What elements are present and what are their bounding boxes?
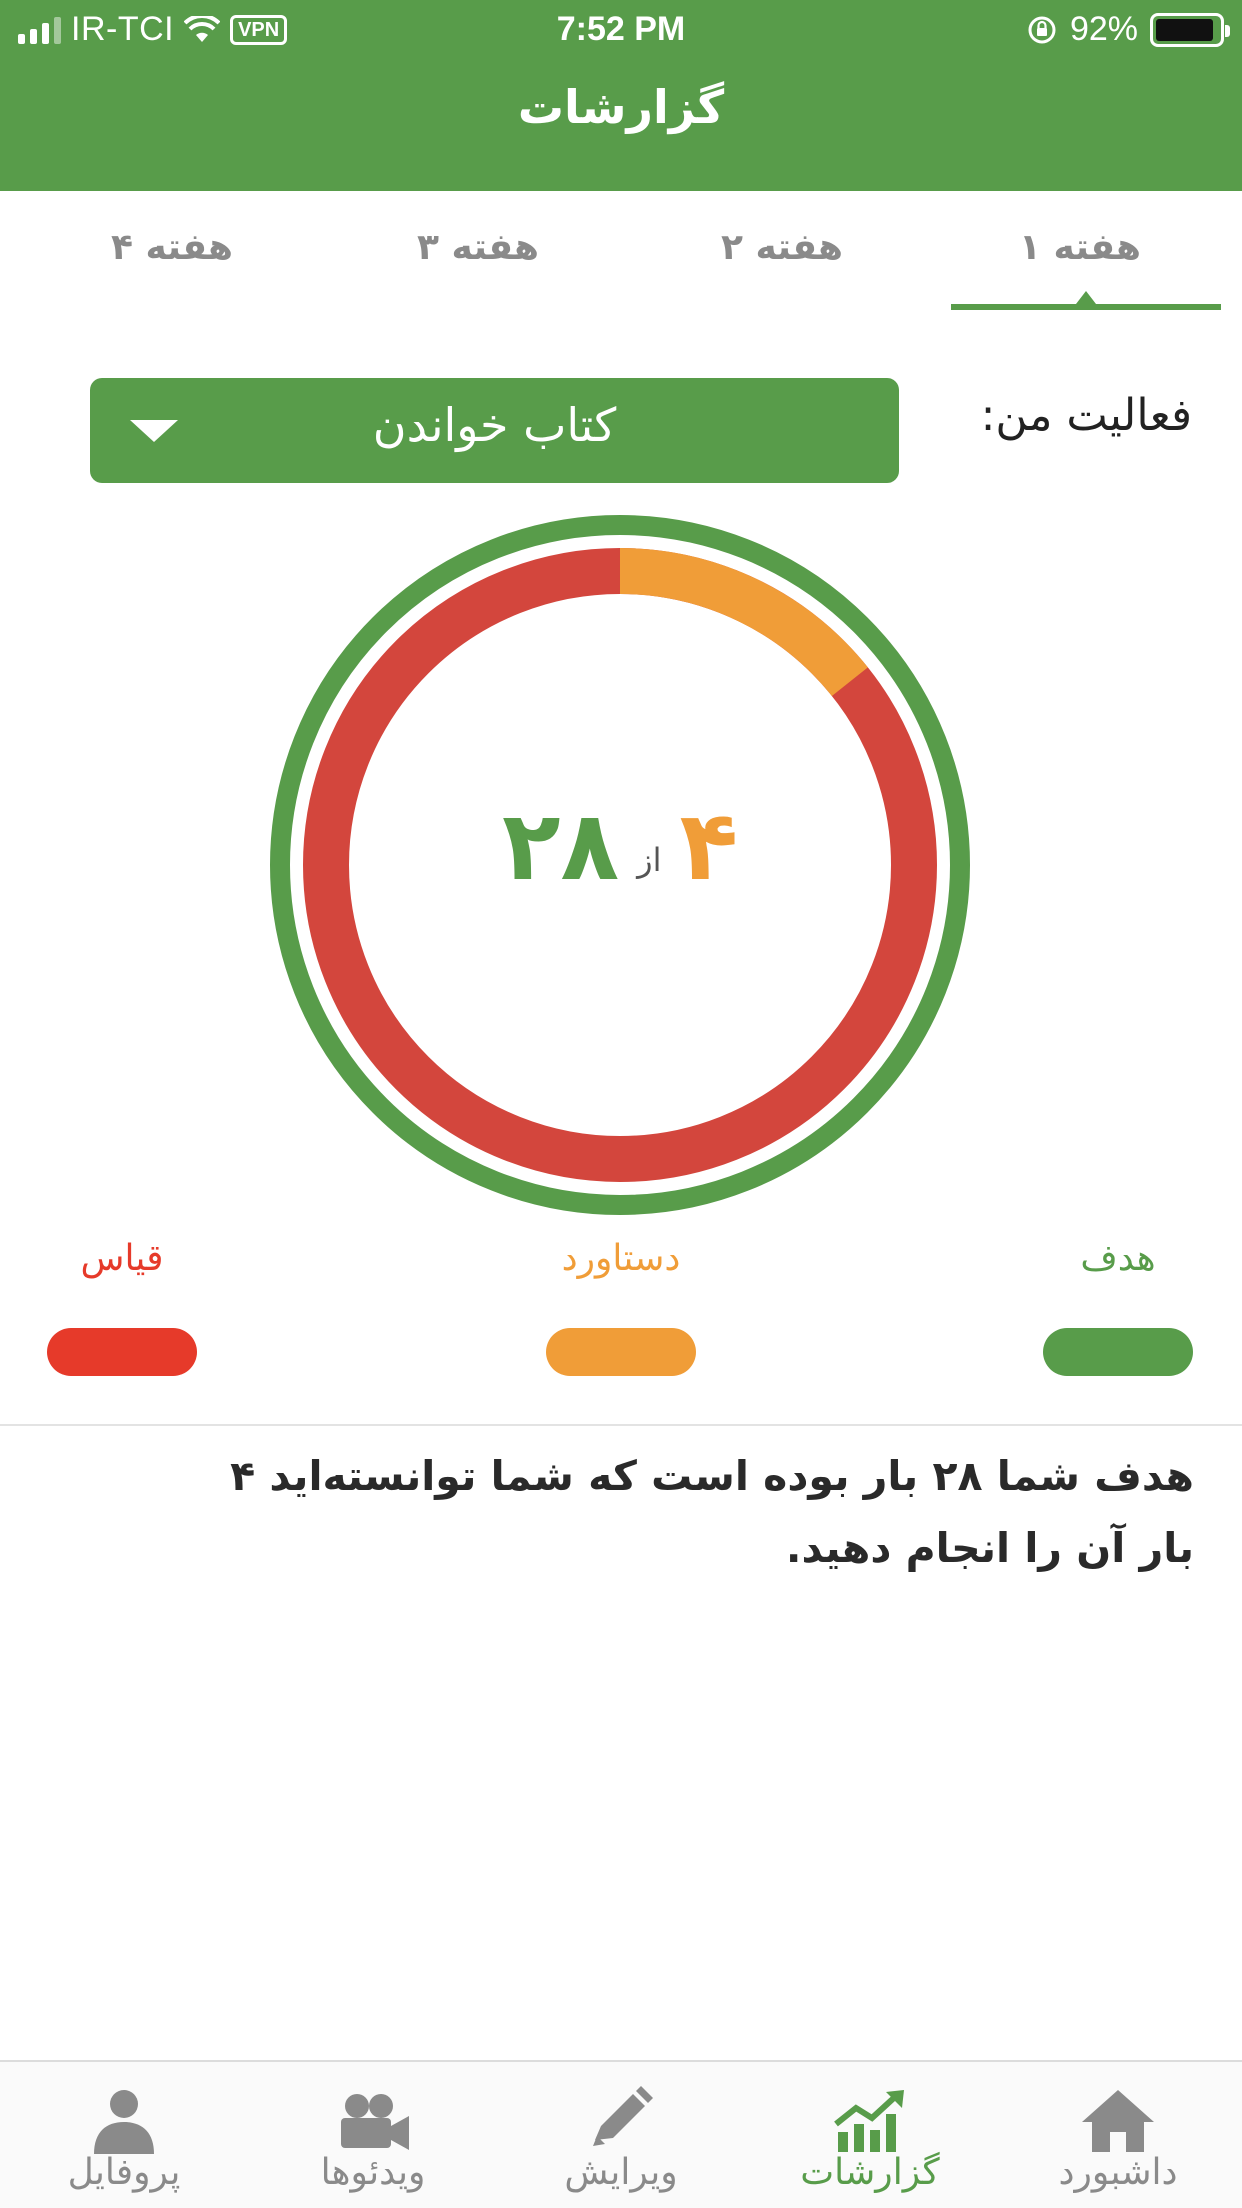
battery-level <box>1156 18 1214 41</box>
nav-item-edit[interactable]: ویرایش <box>497 2062 745 2208</box>
nav-item-dashboard[interactable]: داشبورد <box>994 2062 1242 2208</box>
chart-icon <box>834 2090 904 2152</box>
nav-label-profile: پروفایل <box>67 2152 181 2193</box>
video-camera-icon <box>341 2094 409 2150</box>
of-label: از <box>637 841 662 879</box>
achieved-count: ۴ <box>679 790 739 902</box>
status-right: 92% <box>1026 10 1230 49</box>
goal-count: ۲۸ <box>501 790 620 902</box>
status-bar: IR-TCI VPN 7:52 PM 92% <box>0 0 1242 62</box>
bottom-nav: داشبورد گزارشات ویرایش ویدئوها پروفایل <box>0 2060 1242 2208</box>
summary-text: هدف شما ۲۸ بار بوده است که شما توانسته‌ا… <box>230 1452 1194 1572</box>
activity-selected-value: کتاب خواندن <box>372 398 617 452</box>
battery-icon <box>1150 12 1230 47</box>
nav-label-dashboard: داشبورد <box>1058 2152 1178 2193</box>
activity-dropdown[interactable]: کتاب خواندن <box>90 378 899 483</box>
caret-down-icon <box>130 420 178 442</box>
tab-week-2[interactable]: هفته ۲ <box>632 191 932 313</box>
nav-item-videos[interactable]: ویدئوها <box>249 2062 497 2208</box>
tab-week-4[interactable]: هفته ۴ <box>22 191 322 313</box>
legend-swatch-compare <box>47 1328 197 1376</box>
nav-item-profile[interactable]: پروفایل <box>0 2062 248 2208</box>
legend-label-compare: قیاس <box>80 1238 164 1279</box>
legend-swatch-goal <box>1043 1328 1193 1376</box>
app-header: IR-TCI VPN 7:52 PM 92% گزارشات <box>0 0 1242 191</box>
rotation-lock-icon <box>1028 16 1056 43</box>
nav-label-edit: ویرایش <box>564 2152 678 2193</box>
legend-label-goal: هدف <box>1080 1238 1156 1279</box>
week-tabs: هفته ۱ هفته ۲ هفته ۳ هفته ۴ <box>0 191 1242 313</box>
activity-label: فعالیت من: <box>980 390 1192 441</box>
nav-item-reports[interactable]: گزارشات <box>746 2062 994 2208</box>
active-tab-indicator-arrow <box>1076 291 1096 304</box>
divider <box>0 1424 1242 1426</box>
active-tab-underline <box>951 304 1221 310</box>
tab-week-3[interactable]: هفته ۳ <box>328 191 628 313</box>
progress-readout: ۴ از ۲۸ <box>270 790 970 902</box>
user-icon <box>94 2090 154 2154</box>
nav-label-reports: گزارشات <box>800 2152 940 2193</box>
battery-percent: 92% <box>1069 10 1138 48</box>
page-title: گزارشات <box>517 80 725 134</box>
nav-label-videos: ویدئوها <box>320 2152 426 2193</box>
pencil-icon <box>593 2086 653 2146</box>
home-icon <box>1082 2090 1154 2152</box>
legend-label-achieved: دستاورد <box>561 1238 681 1279</box>
legend-swatch-achieved <box>546 1328 696 1376</box>
